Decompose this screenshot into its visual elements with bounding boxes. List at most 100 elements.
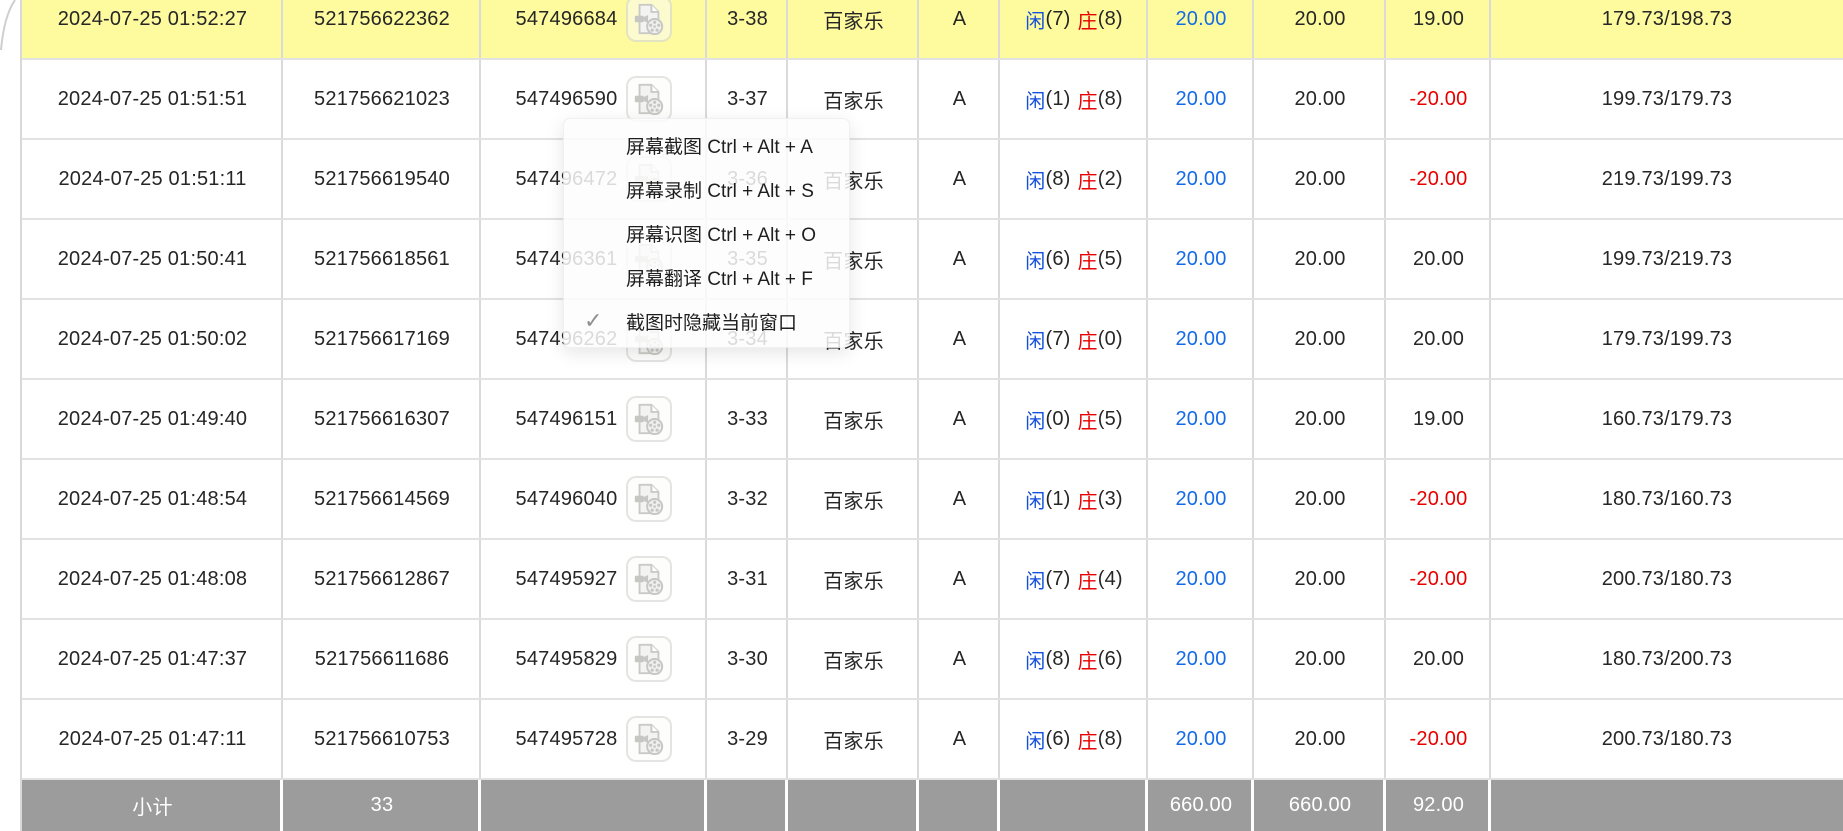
- subtotal-row: 小计 33 660.00 660.00 92.00: [22, 780, 1843, 831]
- banker-score: (2): [1098, 168, 1123, 191]
- cell-game-name: 百家乐: [788, 540, 919, 618]
- video-file-icon: [632, 482, 666, 516]
- menu-item-screen-translate[interactable]: ✓ 屏幕翻译 Ctrl + Alt + F: [564, 255, 849, 299]
- video-file-icon: [632, 722, 666, 756]
- player-score: (0): [1045, 408, 1070, 431]
- player-label: 闲: [1025, 85, 1045, 114]
- video-replay-button[interactable]: [626, 396, 672, 442]
- round-id-text: 547496151: [516, 408, 618, 431]
- video-replay-button[interactable]: [626, 0, 672, 42]
- cell-time: 2024-07-25 01:47:37: [22, 620, 283, 698]
- cell-win-loss: 20.00: [1386, 220, 1491, 298]
- cell-result: 闲(1)庄(3): [1000, 460, 1148, 538]
- table-row[interactable]: 2024-07-25 01:50:41 521756618561 5474963…: [22, 220, 1843, 300]
- cell-order-id: 521756618561: [283, 220, 481, 298]
- cell-valid-amount: 20.00: [1254, 620, 1386, 698]
- cell-result: 闲(8)庄(2): [1000, 140, 1148, 218]
- menu-item-screen-ocr[interactable]: ✓ 屏幕识图 Ctrl + Alt + O: [564, 211, 849, 255]
- banker-label: 庄: [1078, 405, 1098, 434]
- video-replay-button[interactable]: [626, 476, 672, 522]
- player-score: (1): [1045, 488, 1070, 511]
- banker-score: (4): [1098, 568, 1123, 591]
- player-label: 闲: [1025, 165, 1045, 194]
- subtotal-bet-total: 660.00: [1148, 780, 1254, 831]
- cell-round-id: 547496151: [481, 380, 707, 458]
- cell-win-loss: 20.00: [1386, 620, 1491, 698]
- banker-label: 庄: [1078, 565, 1098, 594]
- cell-win-loss: -20.00: [1386, 60, 1491, 138]
- menu-item-screen-record[interactable]: ✓ 屏幕录制 Ctrl + Alt + S: [564, 167, 849, 211]
- video-replay-button[interactable]: [626, 636, 672, 682]
- banker-score: (5): [1098, 248, 1123, 271]
- table-row[interactable]: 2024-07-25 01:51:51 521756621023 5474965…: [22, 60, 1843, 140]
- video-replay-button[interactable]: [626, 716, 672, 762]
- cell-valid-amount: 20.00: [1254, 0, 1386, 58]
- cell-round-id: 547495829: [481, 620, 707, 698]
- cell-valid-amount: 20.00: [1254, 460, 1386, 538]
- cell-table-code: 3-29: [707, 700, 788, 778]
- cell-order-id: 521756612867: [283, 540, 481, 618]
- cell-result: 闲(0)庄(5): [1000, 380, 1148, 458]
- video-replay-button[interactable]: [626, 556, 672, 602]
- table-row[interactable]: 2024-07-25 01:49:40 521756616307 5474961…: [22, 380, 1843, 460]
- subtotal-label: 小计: [22, 780, 283, 831]
- cell-time: 2024-07-25 01:51:11: [22, 140, 283, 218]
- cell-win-loss: -20.00: [1386, 460, 1491, 538]
- cell-game-name: 百家乐: [788, 0, 919, 58]
- cell-table-code: 3-31: [707, 540, 788, 618]
- cell-balance: 199.73/179.73: [1491, 60, 1843, 138]
- menu-item-screen-capture[interactable]: ✓ 屏幕截图 Ctrl + Alt + A: [564, 123, 849, 167]
- cell-time: 2024-07-25 01:48:08: [22, 540, 283, 618]
- banker-score: (8): [1098, 88, 1123, 111]
- cell-win-loss: -20.00: [1386, 140, 1491, 218]
- cell-valid-amount: 20.00: [1254, 380, 1386, 458]
- round-id-text: 547496684: [516, 8, 618, 31]
- subtotal-winloss-total: 92.00: [1386, 780, 1491, 831]
- subtotal-empty-result: [1000, 780, 1148, 831]
- banker-score: (8): [1098, 8, 1123, 31]
- subtotal-empty-round: [481, 780, 707, 831]
- cell-grade: A: [919, 300, 1000, 378]
- table-row[interactable]: 2024-07-25 01:50:02 521756617169 5474962…: [22, 300, 1843, 380]
- cell-result: 闲(8)庄(6): [1000, 620, 1148, 698]
- player-score: (7): [1045, 328, 1070, 351]
- subtotal-empty-code: [707, 780, 788, 831]
- cell-result: 闲(7) 庄(4): [1000, 540, 1148, 618]
- cell-order-id: 521756611686: [283, 620, 481, 698]
- banker-label: 庄: [1078, 165, 1098, 194]
- player-label: 闲: [1025, 565, 1045, 594]
- cell-grade: A: [919, 620, 1000, 698]
- table-row[interactable]: 2024-07-25 01:52:27 521756622362 5474966…: [22, 0, 1843, 60]
- table-row[interactable]: 2024-07-25 01:48:08 521756612867 5474959…: [22, 540, 1843, 620]
- cell-table-code: 3-30: [707, 620, 788, 698]
- cell-grade: A: [919, 700, 1000, 778]
- table-rows: 2024-07-25 01:52:27 521756622362 5474966…: [22, 0, 1843, 780]
- player-label: 闲: [1025, 725, 1045, 754]
- player-score: (1): [1045, 88, 1070, 111]
- subtotal-valid-total: 660.00: [1254, 780, 1386, 831]
- cell-order-id: 521756621023: [283, 60, 481, 138]
- cell-grade: A: [919, 540, 1000, 618]
- cell-table-code: 3-38: [707, 0, 788, 58]
- table-row[interactable]: 2024-07-25 01:48:54 521756614569 5474960…: [22, 460, 1843, 540]
- player-label: 闲: [1025, 485, 1045, 514]
- table-row[interactable]: 2024-07-25 01:47:37 521756611686 5474958…: [22, 620, 1843, 700]
- cell-win-loss: 19.00: [1386, 380, 1491, 458]
- table-row[interactable]: 2024-07-25 01:47:11 521756610753 5474957…: [22, 700, 1843, 780]
- banker-score: (0): [1098, 328, 1123, 351]
- subtotal-empty-balance: [1491, 780, 1843, 831]
- cell-balance: 160.73/179.73: [1491, 380, 1843, 458]
- cell-time: 2024-07-25 01:48:54: [22, 460, 283, 538]
- cell-bet-amount: 20.00: [1148, 140, 1254, 218]
- player-score: (7): [1045, 568, 1070, 591]
- menu-item-hide-window-toggle[interactable]: ✓ 截图时隐藏当前窗口: [564, 299, 849, 343]
- table-row[interactable]: 2024-07-25 01:51:11 521756619540 5474964…: [22, 140, 1843, 220]
- cell-valid-amount: 20.00: [1254, 300, 1386, 378]
- cell-order-id: 521756616307: [283, 380, 481, 458]
- cell-balance: 219.73/199.73: [1491, 140, 1843, 218]
- video-replay-button[interactable]: [626, 76, 672, 122]
- cell-time: 2024-07-25 01:50:02: [22, 300, 283, 378]
- video-file-icon: [632, 82, 666, 116]
- player-label: 闲: [1025, 5, 1045, 34]
- cell-valid-amount: 20.00: [1254, 220, 1386, 298]
